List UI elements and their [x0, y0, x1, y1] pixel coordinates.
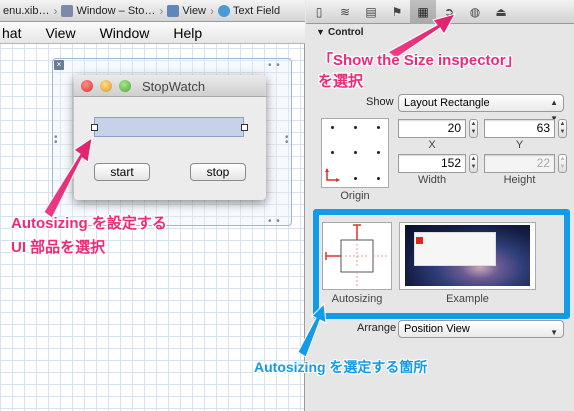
- x-field[interactable]: 20: [398, 119, 466, 138]
- resize-dots-icon: • •: [54, 132, 59, 148]
- origin-point[interactable]: [331, 126, 334, 129]
- annotation-autosizing-ui-line2: UI 部品を選択: [11, 239, 106, 256]
- jumpbar-label: Window – Sto…: [76, 4, 156, 17]
- origin-point[interactable]: [354, 177, 357, 180]
- show-popup-value: Layout Rectangle: [404, 97, 490, 109]
- origin-point[interactable]: [377, 126, 380, 129]
- y-stepper[interactable]: ▲ ▼: [558, 119, 567, 138]
- minimize-window-icon[interactable]: [100, 80, 112, 92]
- height-stepper: ▲ ▼: [558, 154, 567, 173]
- close-icon[interactable]: ×: [54, 60, 64, 70]
- text-field-icon: [218, 4, 231, 17]
- height-label: Height: [503, 174, 536, 186]
- resize-handle-left[interactable]: [91, 124, 98, 131]
- window-title: StopWatch: [142, 79, 206, 94]
- show-label: Show: [366, 96, 394, 108]
- text-field[interactable]: [94, 117, 244, 137]
- view-icon: [167, 4, 180, 17]
- popup-arrow-icon: ▼: [550, 328, 558, 337]
- window-icon: [61, 4, 74, 17]
- y-field[interactable]: 63: [484, 119, 555, 138]
- x-stepper[interactable]: ▲ ▼: [469, 119, 478, 138]
- arrange-popup[interactable]: Position View ▼: [398, 320, 564, 338]
- show-popup[interactable]: Layout Rectangle ▲▼: [398, 94, 564, 123]
- menu-item-view[interactable]: View: [33, 25, 87, 41]
- origin-point[interactable]: [354, 126, 357, 129]
- inspector-toolbar: ▯ ≋ ▤ ⚑ ▦ ➲ ◍ ⏏: [306, 0, 574, 24]
- origin-corner-icon[interactable]: [325, 168, 341, 184]
- origin-point[interactable]: [331, 151, 334, 154]
- menu-item-window[interactable]: Window: [88, 25, 162, 41]
- x-label: X: [428, 139, 436, 151]
- jumpbar-label: View: [182, 4, 207, 17]
- jumpbar-label: Text Field: [233, 4, 281, 17]
- menu-item-chat[interactable]: hat: [0, 25, 33, 41]
- height-field: 22: [484, 154, 555, 173]
- menu-item-help[interactable]: Help: [161, 25, 214, 41]
- close-window-icon[interactable]: [81, 80, 93, 92]
- menu-bar: hat View Window Help: [0, 22, 305, 44]
- section-title: Control: [328, 27, 364, 38]
- jumpbar-item-window[interactable]: Window – Sto…: [58, 4, 158, 17]
- resize-dots-icon: • •: [268, 216, 281, 227]
- origin-label: Origin: [340, 190, 370, 202]
- zoom-window-icon[interactable]: [119, 80, 131, 92]
- resize-dots-icon: • •: [285, 132, 290, 148]
- jumpbar-item-xib[interactable]: enu.xib…: [0, 5, 52, 17]
- origin-point[interactable]: [354, 151, 357, 154]
- origin-point[interactable]: [377, 177, 380, 180]
- annotation-size-inspector-line2: を選択: [318, 73, 364, 90]
- arrange-label: Arrange: [357, 322, 397, 334]
- disclosure-triangle-icon[interactable]: ▼: [316, 27, 325, 37]
- quick-help-icon[interactable]: ≋: [332, 0, 358, 24]
- annotation-size-inspector-line1: 「Show the Size inspector」: [318, 52, 521, 69]
- width-label: Width: [417, 174, 447, 186]
- autosizing-highlight-frame: [313, 209, 570, 319]
- size-ruler-icon[interactable]: ▦: [410, 0, 436, 24]
- bindings-inspector-icon[interactable]: ◍: [462, 0, 488, 24]
- connections-inspector-icon[interactable]: ➲: [436, 0, 462, 24]
- annotation-autosizing-ui-line1: Autosizing を設定する: [11, 215, 167, 232]
- effects-inspector-icon[interactable]: ⏏: [488, 0, 514, 24]
- file-inspector-icon[interactable]: ▯: [306, 0, 332, 24]
- identity-inspector-icon[interactable]: ▤: [358, 0, 384, 24]
- origin-point[interactable]: [377, 151, 380, 154]
- resize-dots-icon: • •: [268, 60, 281, 71]
- width-field[interactable]: 152: [398, 154, 466, 173]
- width-stepper[interactable]: ▲ ▼: [469, 154, 478, 173]
- start-button[interactable]: start: [94, 163, 150, 181]
- stopwatch-window[interactable]: StopWatch start stop: [74, 75, 266, 200]
- stop-button[interactable]: stop: [190, 163, 246, 181]
- arrange-popup-value: Position View: [404, 323, 470, 335]
- jumpbar-label: enu.xib…: [3, 4, 50, 17]
- resize-handle-right[interactable]: [241, 124, 248, 131]
- jump-bar: enu.xib… › Window – Sto… › View › Text F…: [0, 0, 305, 22]
- jumpbar-item-textfield[interactable]: Text Field: [215, 4, 283, 17]
- y-label: Y: [515, 139, 524, 151]
- section-header[interactable]: ▼ Control: [306, 26, 574, 42]
- jumpbar-item-view[interactable]: View: [164, 4, 209, 17]
- attributes-inspector-icon[interactable]: ⚑: [384, 0, 410, 24]
- annotation-autosizing-place: Autosizing を選定する箇所: [254, 359, 428, 375]
